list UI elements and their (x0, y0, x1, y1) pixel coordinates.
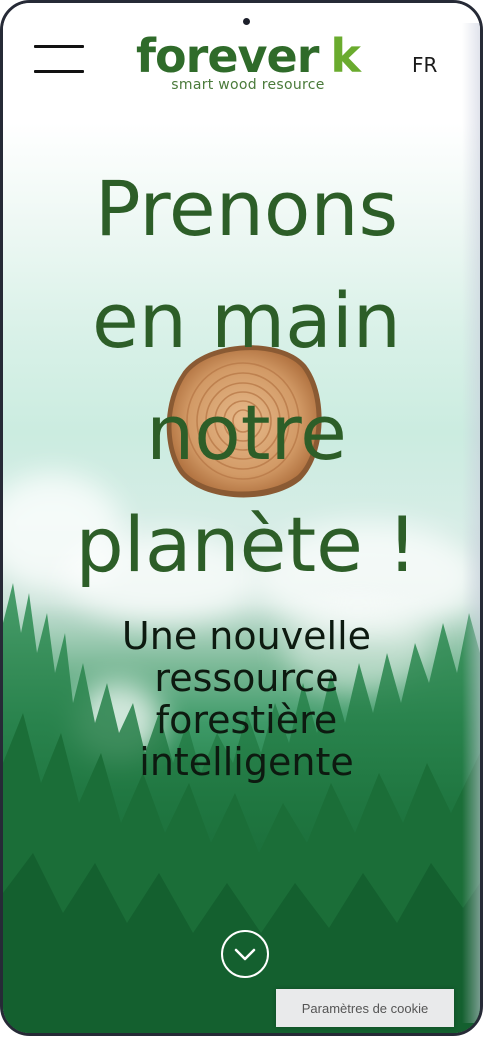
headline-line: notre (146, 388, 347, 477)
headline-line: planète ! (75, 500, 418, 589)
cookie-settings-button[interactable]: Paramètres de cookie (276, 989, 454, 1027)
headline-line: en main (92, 276, 401, 365)
hero-headline: Prenons en main notre planète ! (3, 153, 480, 601)
hero-subheadline: Une nouvelle ressource forestière intell… (3, 614, 480, 784)
hamburger-menu-icon (34, 45, 84, 48)
logo-word: forever (136, 29, 319, 83)
camera-notch (243, 18, 250, 25)
subheadline-line: ressource (154, 656, 339, 700)
logo-tagline: smart wood resource (171, 77, 325, 93)
menu-button[interactable] (34, 45, 84, 95)
logo-wordmark: forever k (136, 29, 361, 83)
subheadline-line: Une nouvelle (121, 614, 372, 658)
language-switcher[interactable]: FR (412, 53, 437, 77)
logo-letter-k: k (330, 29, 361, 83)
subheadline-line: intelligente (139, 740, 354, 784)
subheadline-line: forestière (155, 698, 338, 742)
hamburger-line (34, 70, 84, 73)
hero-background: forever k smart wood resource FR Prenons… (3, 3, 480, 1033)
scroll-down-button[interactable] (221, 930, 269, 978)
chevron-down-circle-icon (234, 948, 256, 961)
headline-line: Prenons (94, 164, 399, 253)
phone-frame: forever k smart wood resource FR Prenons… (0, 0, 483, 1036)
brand-logo[interactable]: forever k smart wood resource (136, 29, 361, 93)
